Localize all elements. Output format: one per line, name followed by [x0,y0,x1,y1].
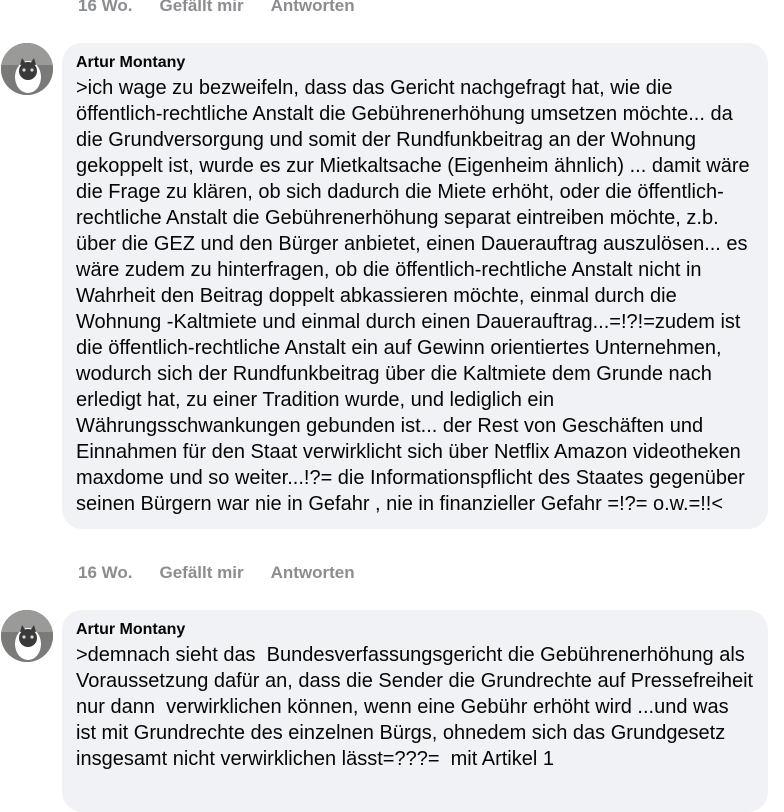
reply-button[interactable]: Antworten [271,0,355,16]
like-button[interactable]: Gefällt mir [159,0,243,16]
user-avatar-icon [1,610,53,662]
avatar[interactable] [1,610,53,662]
like-button[interactable]: Gefällt mir [159,563,243,583]
comment-author[interactable]: Artur Montany [76,620,754,640]
comment-text: >ich wage zu bezweifeln, dass das Gerich… [76,77,756,515]
comment-actions: 16 Wo. Gefällt mir Antworten [78,561,382,585]
user-avatar-icon [1,43,53,95]
reply-button[interactable]: Antworten [271,563,355,583]
comment-bubble: Artur Montany >ich wage zu bezweifeln, d… [62,43,768,529]
comment-timestamp[interactable]: 16 Wo. [78,0,132,16]
comment-actions-top: 16 Wo. Gefällt mir Antworten [78,0,382,18]
avatar[interactable] [1,43,53,95]
comment-timestamp[interactable]: 16 Wo. [78,563,132,583]
comment-bubble: Artur Montany >demnach sieht das Bundesv… [62,610,768,812]
comment-text: >demnach sieht das Bundesverfassungsgeri… [76,644,759,770]
comment-author[interactable]: Artur Montany [76,53,754,73]
